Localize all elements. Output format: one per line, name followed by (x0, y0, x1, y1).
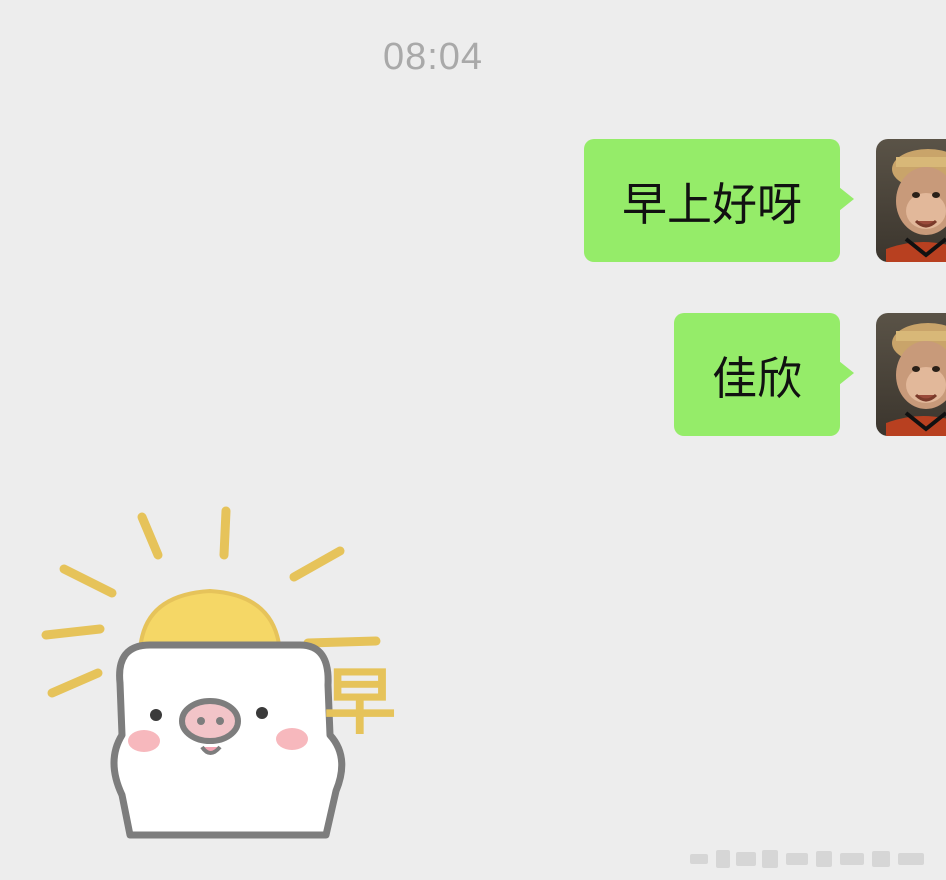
avatar[interactable] (876, 139, 946, 262)
message-row: 佳欣 (0, 313, 946, 437)
avatar[interactable] (876, 313, 946, 436)
message-timestamp: 08:04 (382, 36, 484, 78)
avatar-photo (876, 313, 946, 436)
message-text: 佳欣 (711, 352, 802, 405)
watermark-icon (690, 850, 924, 868)
message-bubble-sent[interactable]: 早上好呀 (583, 139, 855, 262)
message-row: 早上好呀 (0, 139, 946, 263)
sticker-message[interactable]: 早 (30, 495, 430, 855)
pig-sun-sticker: 早 (41, 506, 396, 839)
message-bubble-sent[interactable]: 佳欣 (673, 313, 855, 436)
avatar-photo (876, 139, 946, 262)
message-text: 早上好呀 (621, 178, 802, 231)
sticker-text: 早 (324, 660, 396, 744)
